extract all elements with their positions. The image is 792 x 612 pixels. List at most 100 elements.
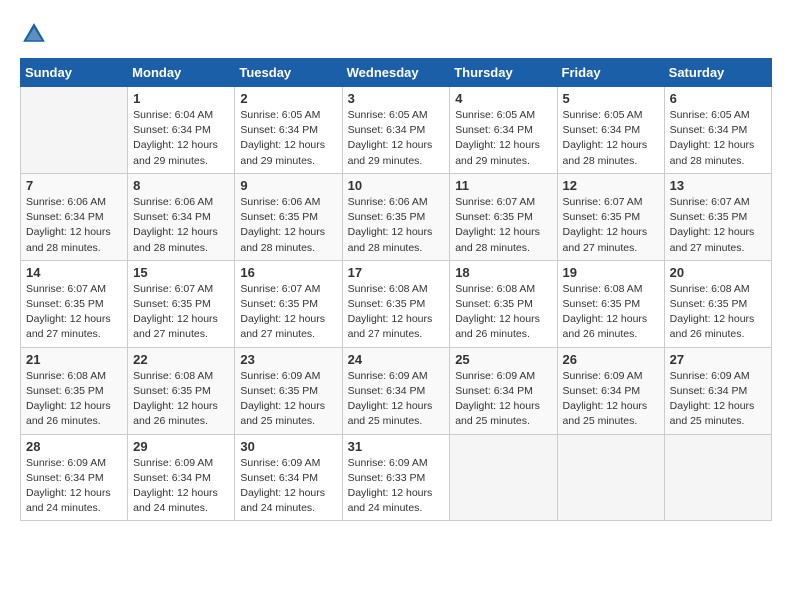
calendar-cell: 10Sunrise: 6:06 AM Sunset: 6:35 PM Dayli… xyxy=(342,173,450,260)
weekday-header: Tuesday xyxy=(235,59,342,87)
calendar-cell: 22 Sunrise: 6:08 AM Sunset: 6:35 PM Dayli… xyxy=(128,347,235,434)
day-info: Sunrise: 6:09 AM Sunset: 6:34 PM Dayligh… xyxy=(563,369,659,430)
calendar-cell: 2Sunrise: 6:05 AM Sunset: 6:34 PM Daylig… xyxy=(235,87,342,174)
day-info: Sunrise: 6:09 AM Sunset: 6:34 PM Dayligh… xyxy=(26,456,122,517)
calendar-week-row: 21Sunrise: 6:08 AM Sunset: 6:35 PM Dayli… xyxy=(21,347,772,434)
day-number: 16 xyxy=(240,265,336,280)
page-header xyxy=(20,20,772,48)
weekday-header: Wednesday xyxy=(342,59,450,87)
calendar-cell: 11 Sunrise: 6:07 AM Sunset: 6:35 PM Dayli… xyxy=(450,173,557,260)
calendar-cell: 24 Sunrise: 6:09 AM Sunset: 6:34 PM Dayli… xyxy=(342,347,450,434)
calendar-cell: 8 Sunrise: 6:06 AM Sunset: 6:34 PM Daylig… xyxy=(128,173,235,260)
calendar-cell: 17Sunrise: 6:08 AM Sunset: 6:35 PM Dayli… xyxy=(342,260,450,347)
weekday-header: Thursday xyxy=(450,59,557,87)
day-info: Sunrise: 6:07 AM Sunset: 6:35 PM Dayligh… xyxy=(563,195,659,256)
day-info: Sunrise: 6:05 AM Sunset: 6:34 PM Dayligh… xyxy=(348,108,445,169)
day-info: Sunrise: 6:07 AM Sunset: 6:35 PM Dayligh… xyxy=(240,282,336,343)
day-info: Sunrise: 6:08 AM Sunset: 6:35 PM Dayligh… xyxy=(133,369,229,430)
day-info: Sunrise: 6:05 AM Sunset: 6:34 PM Dayligh… xyxy=(563,108,659,169)
weekday-header: Sunday xyxy=(21,59,128,87)
day-info: Sunrise: 6:08 AM Sunset: 6:35 PM Dayligh… xyxy=(455,282,551,343)
calendar-cell xyxy=(450,434,557,521)
day-number: 12 xyxy=(563,178,659,193)
day-number: 23 xyxy=(240,352,336,367)
calendar-cell: 30 Sunrise: 6:09 AM Sunset: 6:34 PM Dayli… xyxy=(235,434,342,521)
calendar-cell: 19 Sunrise: 6:08 AM Sunset: 6:35 PM Dayli… xyxy=(557,260,664,347)
day-number: 30 xyxy=(240,439,336,454)
day-info: Sunrise: 6:08 AM Sunset: 6:35 PM Dayligh… xyxy=(670,282,766,343)
logo xyxy=(20,20,52,48)
calendar-table: SundayMondayTuesdayWednesdayThursdayFrid… xyxy=(20,58,772,521)
day-number: 25 xyxy=(455,352,551,367)
day-info: Sunrise: 6:07 AM Sunset: 6:35 PM Dayligh… xyxy=(455,195,551,256)
day-info: Sunrise: 6:09 AM Sunset: 6:34 PM Dayligh… xyxy=(348,369,445,430)
calendar-cell: 13 Sunrise: 6:07 AM Sunset: 6:35 PM Dayli… xyxy=(664,173,771,260)
day-info: Sunrise: 6:06 AM Sunset: 6:34 PM Dayligh… xyxy=(133,195,229,256)
day-number: 7 xyxy=(26,178,122,193)
day-number: 29 xyxy=(133,439,229,454)
calendar-cell: 12 Sunrise: 6:07 AM Sunset: 6:35 PM Dayli… xyxy=(557,173,664,260)
day-info: Sunrise: 6:06 AM Sunset: 6:35 PM Dayligh… xyxy=(348,195,445,256)
calendar-cell: 21Sunrise: 6:08 AM Sunset: 6:35 PM Dayli… xyxy=(21,347,128,434)
day-number: 11 xyxy=(455,178,551,193)
calendar-week-row: 28 Sunrise: 6:09 AM Sunset: 6:34 PM Dayli… xyxy=(21,434,772,521)
calendar-cell: 15 Sunrise: 6:07 AM Sunset: 6:35 PM Dayli… xyxy=(128,260,235,347)
calendar-cell: 29 Sunrise: 6:09 AM Sunset: 6:34 PM Dayli… xyxy=(128,434,235,521)
calendar-week-row: 14Sunrise: 6:07 AM Sunset: 6:35 PM Dayli… xyxy=(21,260,772,347)
day-number: 27 xyxy=(670,352,766,367)
day-info: Sunrise: 6:07 AM Sunset: 6:35 PM Dayligh… xyxy=(26,282,122,343)
day-info: Sunrise: 6:07 AM Sunset: 6:35 PM Dayligh… xyxy=(670,195,766,256)
day-number: 4 xyxy=(455,91,551,106)
day-number: 13 xyxy=(670,178,766,193)
day-number: 31 xyxy=(348,439,445,454)
calendar-cell: 6 Sunrise: 6:05 AM Sunset: 6:34 PM Daylig… xyxy=(664,87,771,174)
day-number: 8 xyxy=(133,178,229,193)
day-number: 15 xyxy=(133,265,229,280)
day-info: Sunrise: 6:09 AM Sunset: 6:33 PM Dayligh… xyxy=(348,456,445,517)
day-info: Sunrise: 6:08 AM Sunset: 6:35 PM Dayligh… xyxy=(563,282,659,343)
weekday-header: Saturday xyxy=(664,59,771,87)
calendar-cell: 16 Sunrise: 6:07 AM Sunset: 6:35 PM Dayli… xyxy=(235,260,342,347)
calendar-week-row: 1Sunrise: 6:04 AM Sunset: 6:34 PM Daylig… xyxy=(21,87,772,174)
day-info: Sunrise: 6:09 AM Sunset: 6:34 PM Dayligh… xyxy=(240,456,336,517)
calendar-header-row: SundayMondayTuesdayWednesdayThursdayFrid… xyxy=(21,59,772,87)
calendar-cell: 9 Sunrise: 6:06 AM Sunset: 6:35 PM Daylig… xyxy=(235,173,342,260)
day-number: 6 xyxy=(670,91,766,106)
day-info: Sunrise: 6:09 AM Sunset: 6:34 PM Dayligh… xyxy=(133,456,229,517)
calendar-cell: 18 Sunrise: 6:08 AM Sunset: 6:35 PM Dayli… xyxy=(450,260,557,347)
day-info: Sunrise: 6:09 AM Sunset: 6:35 PM Dayligh… xyxy=(240,369,336,430)
day-info: Sunrise: 6:07 AM Sunset: 6:35 PM Dayligh… xyxy=(133,282,229,343)
calendar-cell xyxy=(21,87,128,174)
calendar-cell: 23 Sunrise: 6:09 AM Sunset: 6:35 PM Dayli… xyxy=(235,347,342,434)
day-info: Sunrise: 6:04 AM Sunset: 6:34 PM Dayligh… xyxy=(133,108,229,169)
day-info: Sunrise: 6:05 AM Sunset: 6:34 PM Dayligh… xyxy=(240,108,336,169)
calendar-cell: 25 Sunrise: 6:09 AM Sunset: 6:34 PM Dayli… xyxy=(450,347,557,434)
day-number: 3 xyxy=(348,91,445,106)
day-number: 19 xyxy=(563,265,659,280)
day-number: 28 xyxy=(26,439,122,454)
day-info: Sunrise: 6:06 AM Sunset: 6:34 PM Dayligh… xyxy=(26,195,122,256)
day-number: 20 xyxy=(670,265,766,280)
calendar-cell: 7 Sunrise: 6:06 AM Sunset: 6:34 PM Daylig… xyxy=(21,173,128,260)
calendar-cell: 5 Sunrise: 6:05 AM Sunset: 6:34 PM Daylig… xyxy=(557,87,664,174)
day-info: Sunrise: 6:09 AM Sunset: 6:34 PM Dayligh… xyxy=(670,369,766,430)
day-number: 22 xyxy=(133,352,229,367)
day-number: 18 xyxy=(455,265,551,280)
calendar-cell: 4 Sunrise: 6:05 AM Sunset: 6:34 PM Daylig… xyxy=(450,87,557,174)
day-info: Sunrise: 6:08 AM Sunset: 6:35 PM Dayligh… xyxy=(26,369,122,430)
logo-icon xyxy=(20,20,48,48)
calendar-cell xyxy=(664,434,771,521)
day-number: 24 xyxy=(348,352,445,367)
calendar-cell xyxy=(557,434,664,521)
calendar-week-row: 7 Sunrise: 6:06 AM Sunset: 6:34 PM Daylig… xyxy=(21,173,772,260)
day-number: 9 xyxy=(240,178,336,193)
day-info: Sunrise: 6:05 AM Sunset: 6:34 PM Dayligh… xyxy=(455,108,551,169)
day-number: 5 xyxy=(563,91,659,106)
day-info: Sunrise: 6:05 AM Sunset: 6:34 PM Dayligh… xyxy=(670,108,766,169)
day-info: Sunrise: 6:09 AM Sunset: 6:34 PM Dayligh… xyxy=(455,369,551,430)
calendar-cell: 14Sunrise: 6:07 AM Sunset: 6:35 PM Dayli… xyxy=(21,260,128,347)
day-info: Sunrise: 6:08 AM Sunset: 6:35 PM Dayligh… xyxy=(348,282,445,343)
calendar-cell: 28 Sunrise: 6:09 AM Sunset: 6:34 PM Dayli… xyxy=(21,434,128,521)
calendar-cell: 31 Sunrise: 6:09 AM Sunset: 6:33 PM Dayli… xyxy=(342,434,450,521)
day-info: Sunrise: 6:06 AM Sunset: 6:35 PM Dayligh… xyxy=(240,195,336,256)
